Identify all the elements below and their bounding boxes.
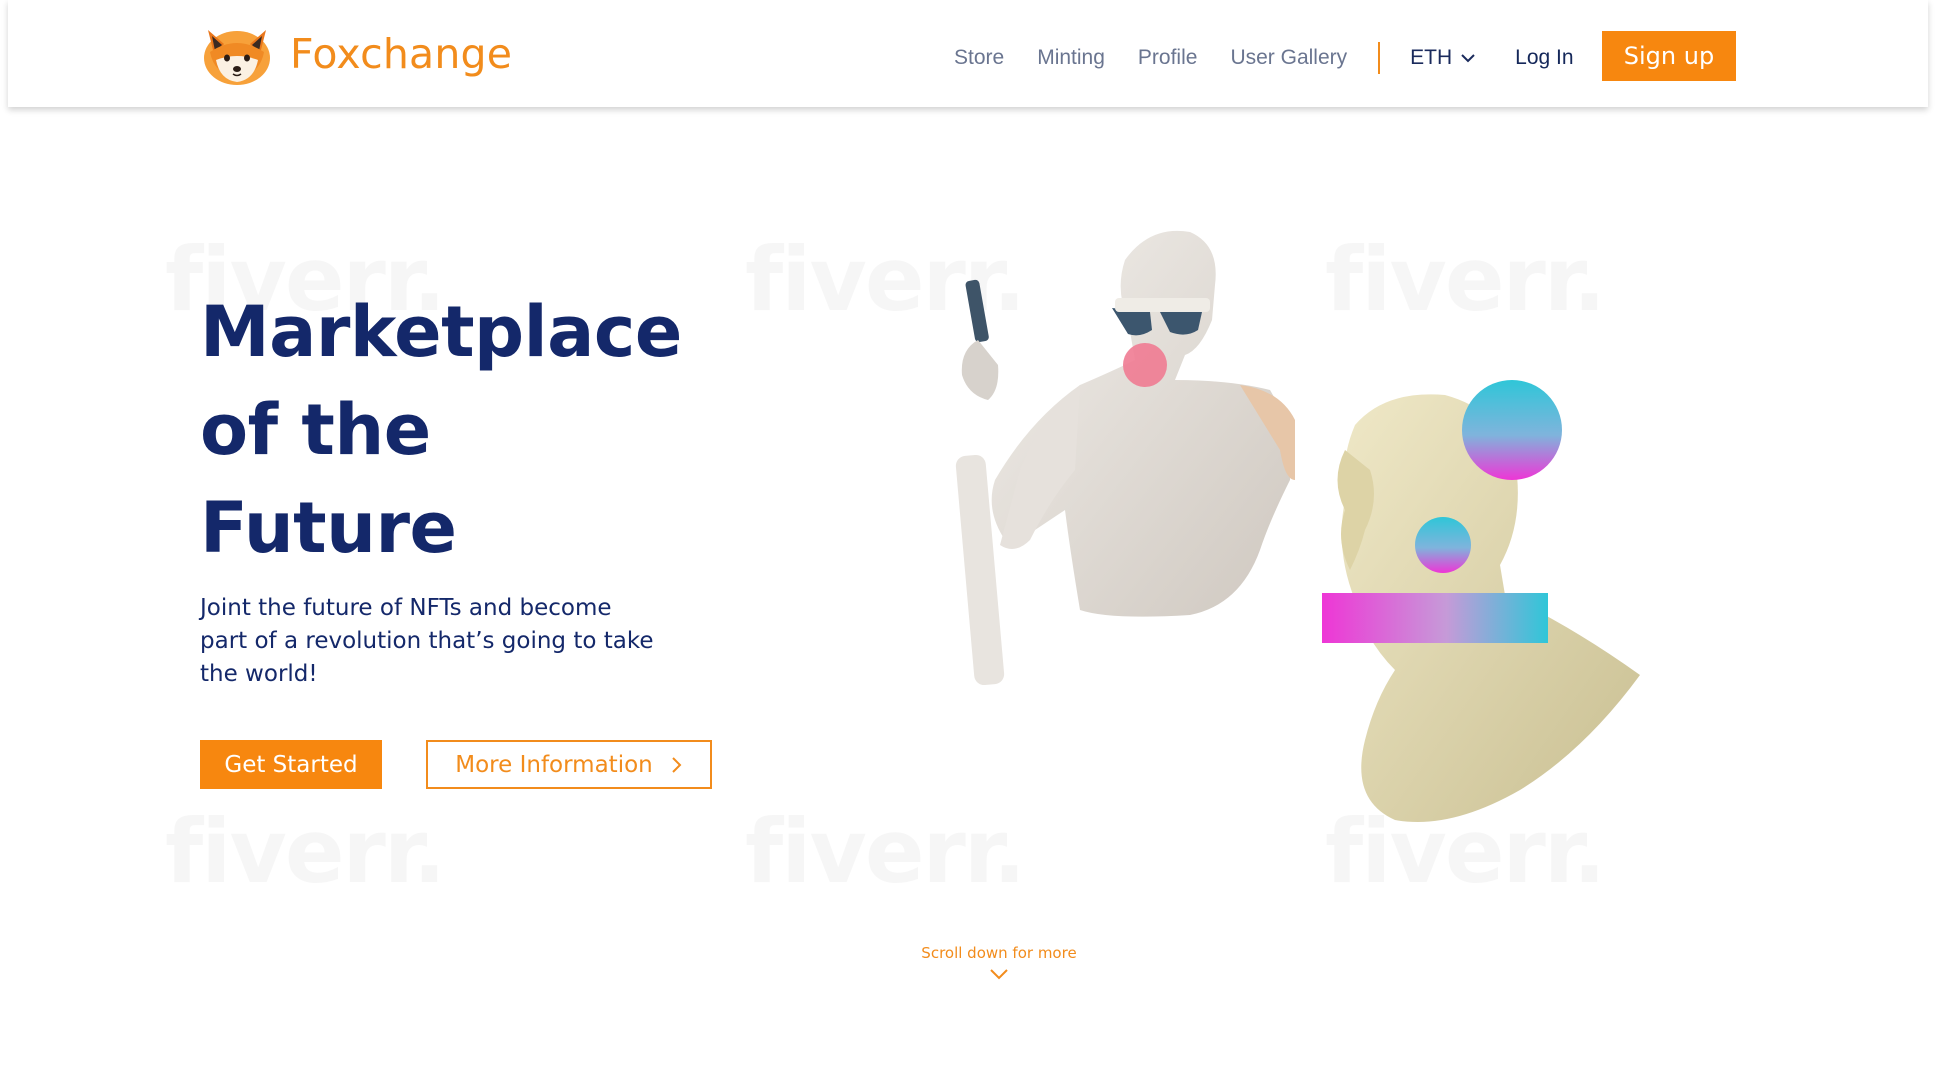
currency-label: ETH [1410,46,1453,69]
statue-selfie [955,230,1295,686]
more-information-button[interactable]: More Information [426,740,712,789]
chevron-right-icon [672,756,682,773]
nav-link-user-gallery[interactable]: User Gallery [1230,46,1347,70]
statue-apollo [1322,380,1640,822]
nav-divider [1378,42,1381,74]
currency-select[interactable]: ETH [1410,46,1475,70]
more-information-label: More Information [455,751,653,778]
fox-head-icon [200,22,274,86]
chevron-down-icon [1461,54,1475,63]
scroll-hint[interactable]: Scroll down for more [920,944,1078,980]
nav-link-store[interactable]: Store [954,46,1004,70]
hero-title-line: Future [200,487,457,569]
hero-title-line: Marketplace [200,291,682,373]
hero-illustration [940,220,1720,860]
main-nav: Store Minting Profile User Gallery ETH L… [954,42,1574,74]
hero-subtitle: Joint the future of NFTs and become part… [200,595,654,687]
watermark: fiverr. [165,800,444,903]
scroll-hint-label: Scroll down for more [921,944,1077,962]
nav-link-minting[interactable]: Minting [1037,46,1105,70]
brand-logo[interactable]: Foxchange [200,22,512,86]
nav-link-profile[interactable]: Profile [1138,46,1198,70]
brand-name: Foxchange [290,30,513,78]
top-navbar: Foxchange Store Minting Profile User Gal… [8,0,1928,107]
get-started-button[interactable]: Get Started [200,740,382,789]
hero-title-line: of the [200,389,431,471]
login-link[interactable]: Log In [1515,46,1573,70]
chevron-down-icon [990,969,1008,980]
hero-title: Marketplace of the Future [200,283,682,577]
signup-button[interactable]: Sign up [1602,31,1736,81]
